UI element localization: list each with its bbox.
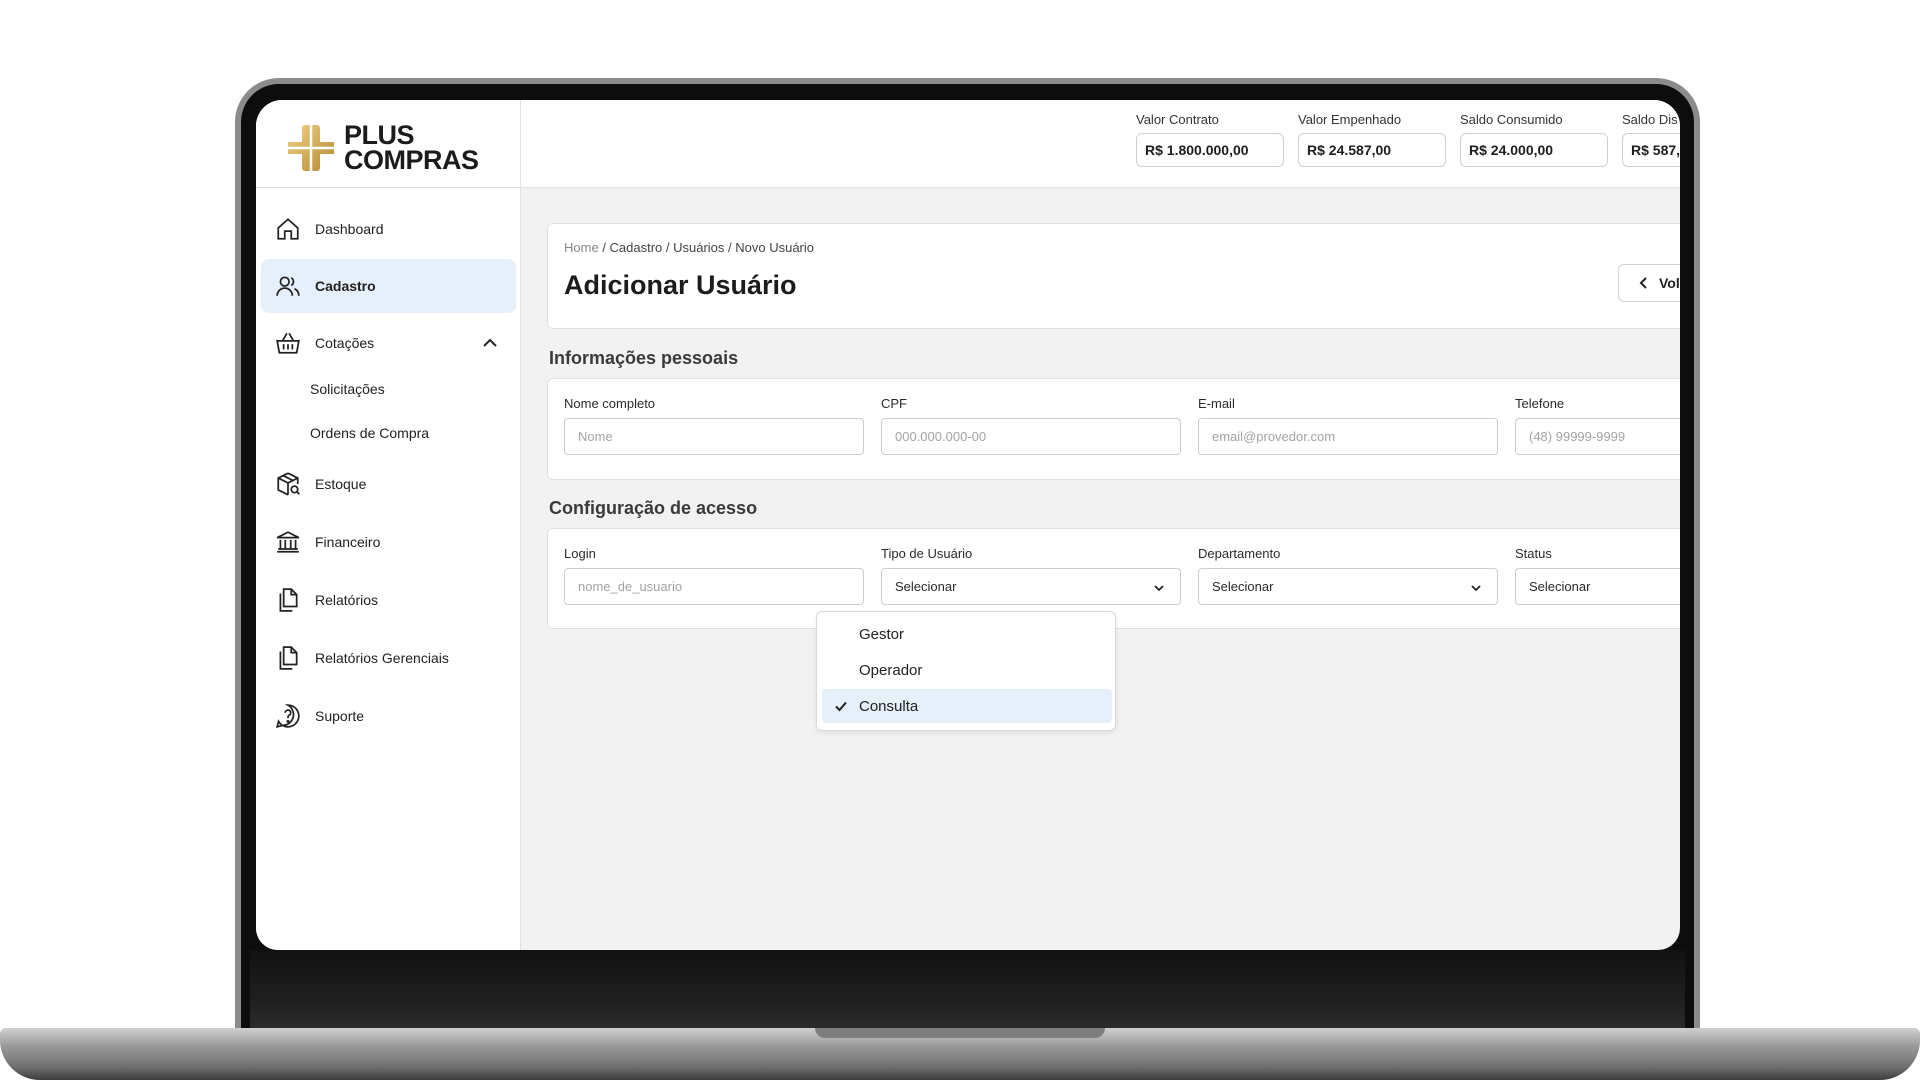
department-select[interactable]: Selecionar — [1198, 568, 1498, 605]
app-screen: PLUS COMPRAS Dashboard Cadastro Cotações… — [256, 100, 1680, 950]
sidebar-item-cadastro[interactable]: Cadastro — [261, 259, 516, 313]
sidebar-item-label: Relatórios — [315, 592, 379, 608]
back-button[interactable]: Vol — [1618, 264, 1680, 302]
sidebar-item-label: Cotações — [315, 335, 375, 351]
user-type-select[interactable]: Selecionar — [881, 568, 1181, 605]
metric-valor-empenhado: Valor Empenhado R$ 24.587,00 — [1298, 112, 1446, 167]
metric-label: Valor Contrato — [1136, 112, 1219, 127]
breadcrumb-home[interactable]: Home — [564, 240, 599, 255]
brand-logo[interactable]: PLUS COMPRAS — [286, 118, 479, 178]
sidebar-item-financeiro[interactable]: Financeiro — [261, 515, 516, 569]
metric-saldo-consumido: Saldo Consumido R$ 24.000,00 — [1460, 112, 1608, 167]
full-name-input[interactable]: Nome — [564, 418, 864, 455]
chevron-down-icon — [1471, 585, 1481, 592]
sidebar: PLUS COMPRAS Dashboard Cadastro Cotações… — [256, 100, 521, 950]
option-label: Gestor — [859, 625, 905, 643]
files-icon — [275, 587, 301, 613]
field-label: Nome completo — [564, 396, 656, 411]
package-search-icon — [275, 471, 301, 497]
brand-line-2: COMPRAS — [344, 145, 479, 175]
sidebar-item-label: Relatórios Gerenciais — [315, 650, 449, 666]
metric-value: R$ 24.000,00 — [1460, 133, 1608, 167]
field-label: E-mail — [1198, 396, 1235, 411]
chevron-left-icon — [1639, 277, 1647, 289]
page-header-card: Home / Cadastro / Usuários / Novo Usuári… — [547, 223, 1680, 329]
option-label: Operador — [859, 661, 923, 679]
section-title-access: Configuração de acesso — [549, 498, 758, 518]
metric-label: Saldo Dis — [1622, 112, 1678, 127]
field-cpf: CPF 000.000.000-00 — [881, 396, 1181, 455]
files-icon — [275, 645, 301, 671]
back-button-label: Vol — [1659, 275, 1680, 291]
field-label: Login — [564, 546, 596, 561]
plus-cross-logo-icon — [288, 125, 334, 171]
sidebar-item-suporte[interactable]: Suporte — [261, 689, 516, 743]
sidebar-item-relatorios-gerenciais[interactable]: Relatórios Gerenciais — [261, 631, 516, 685]
sidebar-item-estoque[interactable]: Estoque — [261, 457, 516, 511]
home-icon — [275, 216, 301, 242]
user-type-dropdown-menu: Gestor Operador Consulta — [816, 611, 1116, 731]
dropdown-option-consulta[interactable]: Consulta — [822, 689, 1112, 723]
chevron-down-icon — [1154, 585, 1164, 592]
sidebar-item-label: Estoque — [315, 476, 367, 492]
field-label: Status — [1515, 546, 1552, 561]
breadcrumb: Home / Cadastro / Usuários / Novo Usuári… — [564, 240, 814, 255]
section-title-personal: Informações pessoais — [549, 348, 739, 368]
sidebar-item-label: Financeiro — [315, 534, 381, 550]
option-label: Consulta — [859, 697, 919, 715]
status-select[interactable]: Selecionar — [1515, 568, 1680, 605]
field-label: Departamento — [1198, 546, 1281, 561]
page-title: Adicionar Usuário — [564, 270, 797, 300]
sidebar-subitem-ordens-de-compra[interactable]: Ordens de Compra — [310, 425, 429, 441]
dropdown-option-operador[interactable]: Operador — [822, 653, 1112, 687]
metric-saldo-disponivel: Saldo Dis R$ 587, — [1622, 112, 1680, 167]
personal-info-card: Nome completo Nome CPF 000.000.000-00 E-… — [547, 378, 1680, 480]
field-login: Login nome_de_usuario — [564, 546, 864, 605]
metric-label: Saldo Consumido — [1460, 112, 1563, 127]
help-circle-icon — [275, 703, 301, 729]
metric-valor-contrato: Valor Contrato R$ 1.800.000,00 — [1136, 112, 1284, 167]
email-input[interactable]: email@provedor.com — [1198, 418, 1498, 455]
sidebar-subitem-solicitacoes[interactable]: Solicitações — [310, 381, 385, 397]
field-departamento: Departamento Selecionar — [1198, 546, 1498, 605]
bank-icon — [275, 529, 301, 555]
laptop-hinge-area — [250, 950, 1685, 1028]
field-status: Status Selecionar — [1515, 546, 1680, 605]
sidebar-item-label: Suporte — [315, 708, 365, 724]
metric-label: Valor Empenhado — [1298, 112, 1402, 127]
metric-value: R$ 1.800.000,00 — [1136, 133, 1284, 167]
sidebar-item-label: Cadastro — [315, 278, 376, 294]
phone-input[interactable]: (48) 99999-9999 — [1515, 418, 1680, 455]
field-email: E-mail email@provedor.com — [1198, 396, 1498, 455]
sidebar-item-relatorios[interactable]: Relatórios — [261, 573, 516, 627]
users-icon — [275, 273, 301, 299]
cpf-input[interactable]: 000.000.000-00 — [881, 418, 1181, 455]
check-icon — [835, 701, 847, 712]
sidebar-item-dashboard[interactable]: Dashboard — [261, 202, 516, 256]
breadcrumb-path: / Cadastro / Usuários / Novo Usuário — [602, 240, 815, 255]
sidebar-divider — [256, 187, 521, 188]
top-bar: Valor Contrato R$ 1.800.000,00 Valor Emp… — [521, 100, 1680, 188]
metric-value: R$ 587, — [1622, 133, 1680, 167]
field-label: CPF — [881, 396, 907, 411]
field-nome-completo: Nome completo Nome — [564, 396, 864, 455]
field-telefone: Telefone (48) 99999-9999 — [1515, 396, 1680, 455]
chevron-up-icon[interactable] — [480, 333, 500, 353]
select-value: Selecionar — [895, 579, 957, 594]
field-tipo-usuario: Tipo de Usuário Selecionar — [881, 546, 1181, 605]
dropdown-option-gestor[interactable]: Gestor — [822, 617, 1112, 651]
select-value: Selecionar — [1212, 579, 1274, 594]
metric-value: R$ 24.587,00 — [1298, 133, 1446, 167]
sidebar-item-cotacoes[interactable]: Cotações — [261, 316, 516, 370]
field-label: Tipo de Usuário — [881, 546, 973, 561]
laptop-notch — [815, 1028, 1105, 1038]
basket-icon — [275, 330, 301, 356]
sidebar-item-label: Dashboard — [315, 221, 384, 237]
login-input[interactable]: nome_de_usuario — [564, 568, 864, 605]
select-value: Selecionar — [1529, 579, 1591, 594]
field-label: Telefone — [1515, 396, 1565, 411]
